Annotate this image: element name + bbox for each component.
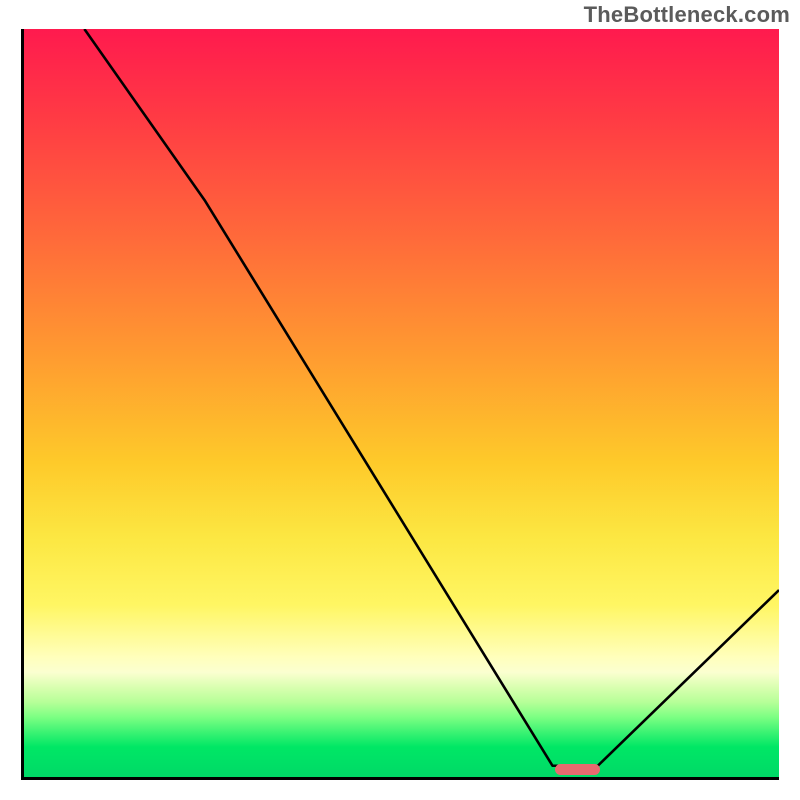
watermark-label: TheBottleneck.com [584,2,790,28]
chart-frame: TheBottleneck.com [0,0,800,800]
plot-area [21,29,779,780]
curve-path [84,29,779,766]
bottleneck-curve [24,29,779,777]
optimal-range-marker [555,764,601,775]
